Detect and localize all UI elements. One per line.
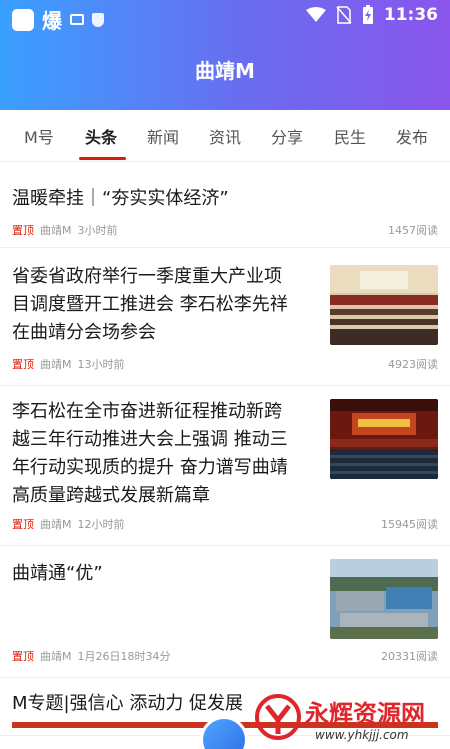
news-title[interactable]: 曲靖通“优”: [12, 560, 103, 588]
news-time: 13小时前: [77, 358, 125, 371]
battery-charging-icon: [362, 5, 373, 24]
page-title: 曲靖M: [195, 59, 255, 83]
news-time: 12小时前: [77, 518, 125, 531]
meeting-hall-photo[interactable]: [330, 399, 438, 479]
news-item[interactable]: 曲靖通“优” 置顶 曲靖M 1月26日18时34分 20331阅读: [0, 546, 450, 678]
news-time: 1月26日18时34分: [77, 650, 171, 663]
read-count: 15945阅读: [381, 518, 438, 531]
no-sim-icon: [336, 6, 352, 24]
watermark-text: 永辉资源网: [305, 700, 425, 728]
read-count: 1457阅读: [388, 224, 438, 237]
news-source: 曲靖M: [40, 518, 72, 531]
news-title[interactable]: 温暖牵挂｜“夯实实体经济”: [12, 185, 229, 213]
read-count: 20331阅读: [381, 650, 438, 663]
news-item[interactable]: 李石松在全市奋进新征程推动新跨 越三年行动推进大会上强调 推动三 年行动实现质的…: [0, 386, 450, 546]
app-header: 爆 11:36 曲靖M: [0, 0, 450, 110]
pinned-badge: 置顶: [12, 650, 34, 663]
news-source: 曲靖M: [40, 224, 72, 237]
news-meta: 置顶 曲靖M 12小时前: [12, 516, 125, 532]
conference-room-photo[interactable]: [330, 265, 438, 345]
news-title[interactable]: 省委省政府举行一季度重大产业项 目调度暨开工推进会 李石松李先祥 在曲靖分会场参…: [12, 263, 322, 347]
notification-text: 爆: [42, 9, 62, 33]
news-meta: 置顶 曲靖M 3小时前: [12, 222, 118, 238]
watermark-url: www.yhkjjj.com: [315, 728, 409, 742]
news-time: 3小时前: [77, 224, 118, 237]
watermark: 永辉资源网 www.yhkjjj.com: [255, 690, 445, 748]
pinned-badge: 置顶: [12, 358, 34, 371]
tab-publish[interactable]: 发布: [396, 124, 428, 148]
news-title[interactable]: 李石松在全市奋进新征程推动新跨 越三年行动推进大会上强调 推动三 年行动实现质的…: [12, 398, 327, 510]
app-icon: [12, 8, 34, 31]
mail-icon: [70, 14, 84, 25]
tab-headlines[interactable]: 头条: [85, 124, 117, 148]
shield-icon: [92, 12, 104, 27]
tab-share[interactable]: 分享: [271, 124, 303, 148]
industrial-park-photo[interactable]: [330, 559, 438, 639]
pinned-badge: 置顶: [12, 518, 34, 531]
news-title[interactable]: M专题|强信心 添动力 促发展: [12, 690, 243, 718]
news-item[interactable]: 省委省政府举行一季度重大产业项 目调度暨开工推进会 李石松李先祥 在曲靖分会场参…: [0, 248, 450, 386]
news-source: 曲靖M: [40, 650, 72, 663]
tab-m-hao[interactable]: M号: [24, 124, 54, 148]
news-source: 曲靖M: [40, 358, 72, 371]
news-item[interactable]: 温暖牵挂｜“夯实实体经济” 置顶 曲靖M 3小时前 1457阅读: [0, 163, 450, 248]
wifi-icon: [305, 7, 326, 22]
pinned-badge: 置顶: [12, 224, 34, 237]
tab-livelihood[interactable]: 民生: [334, 124, 366, 148]
category-tabs: M号 头条 新闻 资讯 分享 民生 发布: [0, 110, 450, 162]
active-tab-indicator: [79, 157, 126, 160]
read-count: 4923阅读: [388, 358, 438, 371]
tab-info[interactable]: 资讯: [209, 124, 241, 148]
news-meta: 置顶 曲靖M 13小时前: [12, 356, 125, 372]
clock: 11:36: [383, 5, 438, 25]
tab-news[interactable]: 新闻: [147, 124, 179, 148]
watermark-logo-icon: [255, 694, 301, 740]
news-meta: 置顶 曲靖M 1月26日18时34分: [12, 648, 171, 664]
status-bar: 爆 11:36: [0, 0, 450, 33]
